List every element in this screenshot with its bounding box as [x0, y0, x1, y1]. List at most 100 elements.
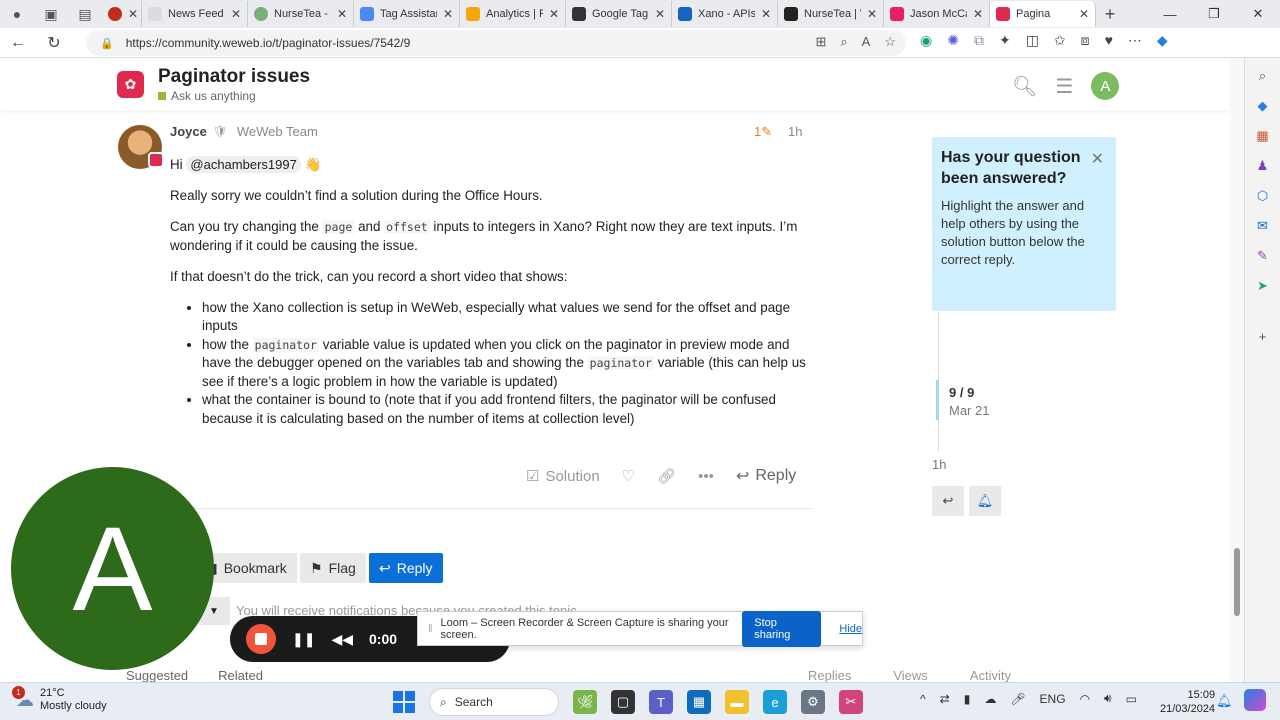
topic-title[interactable]: Paginator issues: [158, 66, 310, 88]
copilot-icon[interactable]: [1244, 689, 1266, 711]
browser-tab[interactable]: Google Tag ✕: [566, 1, 672, 27]
favorites-icon[interactable]: ✩: [1054, 32, 1066, 49]
post-timestamp[interactable]: 1h: [788, 124, 802, 139]
extension-icon[interactable]: ✺: [947, 32, 959, 49]
hide-banner-link[interactable]: Hide: [839, 623, 862, 635]
address-bar[interactable]: 🔒 https://community.weweb.io/t/paginator…: [86, 30, 906, 56]
copilot-tag-icon[interactable]: ◆: [1253, 96, 1273, 116]
author-group[interactable]: WeWeb Team: [237, 124, 318, 139]
taskbar-clock[interactable]: 15:09 21/03/2024: [1160, 688, 1215, 716]
drag-handle-icon[interactable]: ‖: [428, 623, 433, 635]
snipping-tool-icon[interactable]: ✂: [839, 690, 863, 714]
column-activity[interactable]: Activity: [970, 668, 1011, 683]
timeline-reply-button[interactable]: ↩: [932, 486, 964, 516]
browser-essentials-icon[interactable]: ♥: [1105, 32, 1113, 49]
weweb-logo[interactable]: ✿: [117, 71, 144, 98]
zoom-icon[interactable]: ⌕: [840, 34, 847, 50]
close-icon[interactable]: ✕: [549, 7, 559, 21]
onedrive-icon[interactable]: ☁: [984, 692, 996, 706]
minimize-icon[interactable]: —: [1148, 0, 1192, 28]
browser-tab[interactable]: ✕: [102, 1, 142, 27]
outlook-icon[interactable]: ✉: [1253, 216, 1273, 236]
lock-icon[interactable]: 🔒: [100, 37, 114, 50]
close-icon[interactable]: ✕: [337, 7, 347, 21]
browser-tab[interactable]: NurseTea | W ✕: [778, 1, 884, 27]
timeline-recent-time[interactable]: 1h: [932, 457, 946, 472]
wifi-icon[interactable]: ◠: [1080, 692, 1090, 706]
store-icon[interactable]: ▦: [687, 690, 711, 714]
flag-button[interactable]: ⚑ Flag: [300, 553, 366, 583]
tab-suggested[interactable]: Suggested: [126, 668, 188, 683]
workspaces-icon[interactable]: ▣: [34, 0, 68, 28]
tab-related[interactable]: Related: [218, 668, 263, 683]
language-indicator[interactable]: ENG: [1040, 692, 1066, 706]
extensions-puzzle-icon[interactable]: ✦: [999, 32, 1011, 49]
close-icon[interactable]: ✕: [1079, 7, 1089, 21]
browser-tab[interactable]: Xano - APIs ✕: [672, 1, 778, 27]
tray-app-icon[interactable]: ▮: [964, 692, 971, 706]
browser-tab-active[interactable]: Pagina ✕: [990, 1, 1096, 27]
file-explorer-icon[interactable]: ▬: [725, 690, 749, 714]
close-icon[interactable]: ✕: [128, 7, 138, 21]
restart-icon[interactable]: ◀◀: [331, 631, 353, 648]
maximize-icon[interactable]: ❐: [1192, 0, 1236, 28]
timeline-notifications-button[interactable]: 🔔︎: [969, 486, 1001, 516]
bookmark-button[interactable]: ▮Bookmark: [200, 553, 297, 583]
taskbar-search[interactable]: ⌕ Search: [429, 688, 559, 716]
tray-app-icon[interactable]: ⇄: [940, 692, 950, 706]
solution-button[interactable]: ☑ Solution: [526, 467, 600, 486]
read-aloud-icon[interactable]: A: [862, 34, 871, 50]
add-app-icon[interactable]: +: [1253, 326, 1273, 346]
close-icon[interactable]: ✕: [761, 7, 771, 21]
tab-actions-icon[interactable]: ▤: [68, 0, 102, 28]
stop-sharing-button[interactable]: Stop sharing: [742, 610, 822, 647]
start-windows-icon[interactable]: [393, 691, 415, 713]
games-icon[interactable]: ♟: [1253, 156, 1273, 176]
browser-tab[interactable]: Analytics | F ✕: [460, 1, 566, 27]
close-window-icon[interactable]: ✕: [1236, 0, 1280, 28]
column-views[interactable]: Views: [893, 668, 927, 683]
close-icon[interactable]: ✕: [443, 7, 453, 21]
volume-icon[interactable]: 🔊︎: [1104, 691, 1112, 706]
settings-gear-icon[interactable]: ⚙: [801, 690, 825, 714]
designer-icon[interactable]: ✎: [1253, 246, 1273, 266]
user-avatar[interactable]: A: [1091, 72, 1120, 100]
app-available-icon[interactable]: ⊞: [815, 34, 826, 50]
devtools-icon[interactable]: ⧉: [974, 32, 984, 49]
topic-reply-button[interactable]: ↩ Reply: [369, 553, 443, 583]
post-reply-button[interactable]: ↩ Reply: [736, 466, 796, 486]
hamburger-menu-icon[interactable]: ☰: [1055, 74, 1073, 99]
close-icon[interactable]: ✕: [867, 7, 877, 21]
refresh-icon[interactable]: ↻: [36, 33, 72, 53]
close-icon[interactable]: ✕: [1091, 149, 1104, 169]
pause-icon[interactable]: ❚❚: [292, 631, 315, 648]
favorite-star-icon[interactable]: ☆: [884, 34, 896, 50]
weather-widget[interactable]: ☁ 1 21°C Mostly cloudy: [12, 685, 107, 713]
browser-tab[interactable]: NurseTea - ✕: [248, 1, 354, 27]
split-screen-icon[interactable]: ◫: [1026, 32, 1039, 49]
column-replies[interactable]: Replies: [808, 668, 851, 683]
grammarly-icon[interactable]: ◉: [920, 32, 932, 49]
like-heart-icon[interactable]: ♡: [622, 467, 635, 485]
user-mention[interactable]: @achambers1997: [186, 156, 301, 173]
close-icon[interactable]: ✕: [655, 7, 665, 21]
browser-tab[interactable]: News Feed ✕: [142, 1, 248, 27]
widgets-icon[interactable]: 🌿︎: [573, 690, 597, 714]
battery-icon[interactable]: ▭: [1126, 692, 1137, 706]
stop-recording-button[interactable]: [246, 624, 276, 654]
teams-icon[interactable]: T: [649, 690, 673, 714]
tools-icon[interactable]: ▦: [1253, 126, 1273, 146]
close-icon[interactable]: ✕: [973, 7, 983, 21]
edit-history-indicator[interactable]: 1✎: [754, 124, 772, 140]
close-icon[interactable]: ✕: [231, 7, 241, 21]
author-username[interactable]: Joyce: [170, 124, 207, 139]
category-badge[interactable]: Ask us anything: [158, 89, 256, 103]
new-tab-button[interactable]: +: [1096, 4, 1124, 25]
edge-browser-icon[interactable]: e: [763, 690, 787, 714]
copilot-icon[interactable]: ◆: [1157, 32, 1168, 49]
profile-icon[interactable]: ●: [0, 0, 34, 28]
collections-icon[interactable]: ⧈: [1081, 32, 1090, 49]
more-actions-icon[interactable]: •••: [698, 468, 714, 485]
timeline-handle[interactable]: [936, 380, 939, 420]
microphone-icon[interactable]: 🎤︎: [1010, 692, 1025, 706]
